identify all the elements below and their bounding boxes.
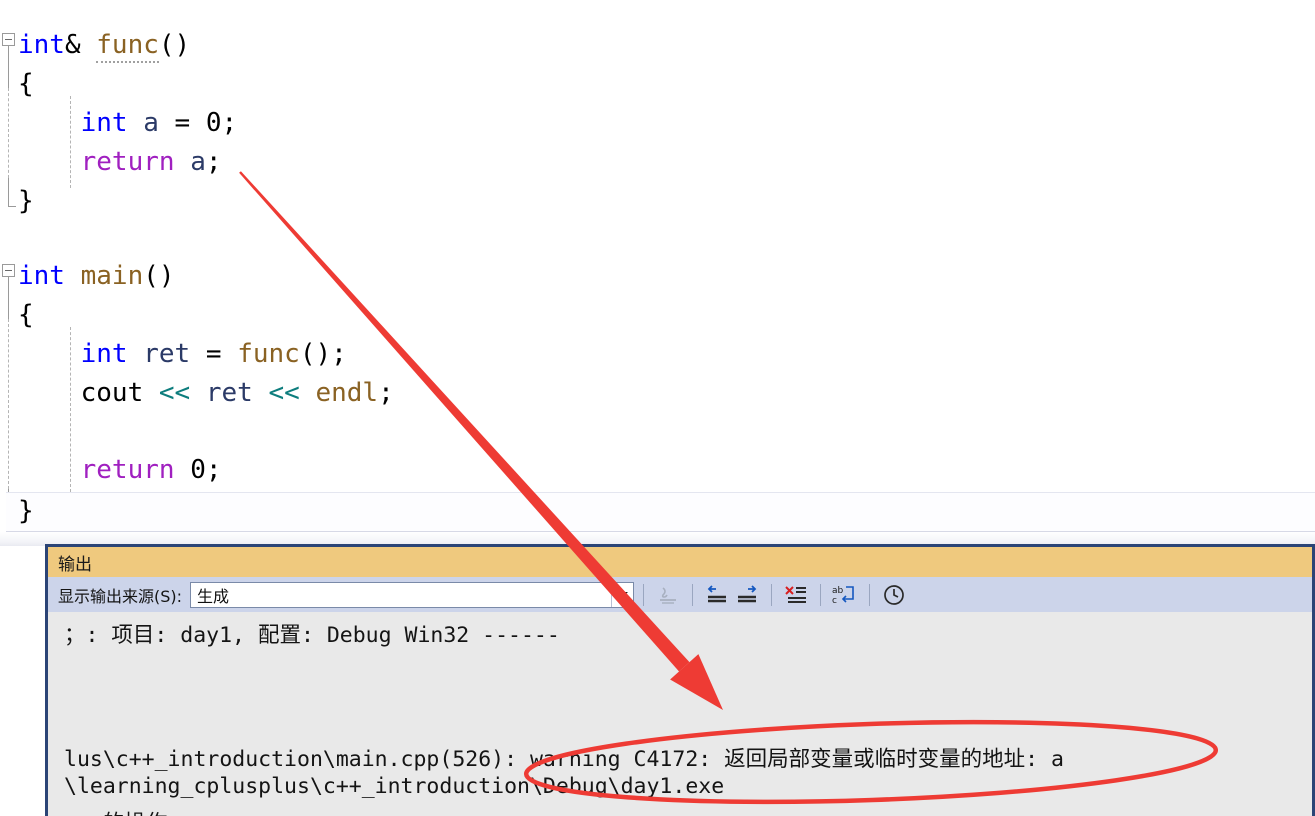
code-token: () — [143, 261, 175, 291]
code-line[interactable]: } — [0, 182, 34, 221]
code-line-text: cout << ret << endl; — [0, 374, 394, 413]
output-source-combobox[interactable]: 生成 — [190, 581, 635, 608]
code-line[interactable] — [0, 413, 18, 452]
code-line[interactable]: { — [0, 296, 34, 335]
clock-icon[interactable] — [879, 581, 909, 609]
code-line-text: int a = 0; — [0, 104, 238, 143]
show-output-from-label: 显示输出来源(S): — [58, 586, 183, 606]
code-line[interactable]: int main() — [0, 257, 175, 296]
code-line-text: { — [0, 65, 34, 104]
code-token: () — [158, 30, 191, 60]
code-token: func — [237, 339, 300, 369]
code-token: func — [96, 30, 159, 63]
code-token: = — [158, 108, 206, 138]
code-token: << — [158, 378, 191, 408]
code-line-text: int main() — [0, 257, 175, 296]
current-line-highlight — [6, 492, 1315, 532]
visual-studio-screenshot: int& func(){ int a = 0; return a;} int ma… — [0, 0, 1315, 816]
word-wrap-icon[interactable]: ab c — [830, 581, 860, 609]
code-line-text: return 0; — [0, 451, 222, 490]
go-to-previous-icon[interactable] — [702, 581, 732, 609]
code-line[interactable]: return 0; — [0, 451, 222, 490]
code-token: } — [18, 186, 34, 216]
chevron-down-icon[interactable] — [611, 582, 634, 607]
code-token: 0; — [205, 108, 238, 138]
code-token: a — [143, 108, 159, 138]
code-editor[interactable]: int& func(){ int a = 0; return a;} int ma… — [0, 0, 1315, 535]
svg-text:c: c — [832, 596, 837, 606]
code-line[interactable]: cout << ret << endl; — [0, 374, 394, 413]
code-line-text: } — [0, 492, 34, 531]
code-token: return — [80, 147, 175, 177]
output-line[interactable]: …的操作 — [64, 806, 167, 816]
output-panel-title-bar: 输出 — [48, 547, 1312, 577]
toolbar-separator — [820, 583, 822, 606]
output-line[interactable]: lus\c++_introduction\main.cpp(526): warn… — [64, 742, 1064, 773]
toolbar-separator — [771, 583, 773, 606]
code-token: ret — [205, 378, 253, 408]
find-message-icon[interactable] — [653, 581, 683, 609]
code-line[interactable]: int a = 0; — [0, 104, 238, 143]
code-token: cout — [80, 378, 144, 408]
code-line-text: { — [0, 296, 34, 335]
code-line[interactable]: return a; — [0, 143, 222, 182]
output-source-value: 生成 — [197, 586, 230, 606]
toolbar-separator — [869, 583, 871, 606]
code-token: return — [80, 455, 175, 485]
code-token: int — [18, 30, 65, 60]
code-line[interactable]: int& func() — [0, 26, 190, 65]
clear-all-icon[interactable] — [781, 581, 811, 609]
code-token: endl — [315, 378, 379, 408]
code-token: { — [18, 69, 34, 99]
code-token: a — [190, 147, 206, 177]
code-token: << — [268, 378, 300, 408]
code-line-text: int ret = func(); — [0, 335, 347, 374]
output-toolbar[interactable]: 显示输出来源(S): 生成 ab c — [48, 577, 1312, 612]
toolbar-separator — [643, 583, 645, 606]
code-token: ; — [378, 378, 394, 408]
output-line[interactable]: ；: 项目: day1, 配置: Debug Win32 ------ — [64, 618, 560, 649]
code-token: int — [80, 108, 128, 138]
code-token: ; — [205, 147, 222, 177]
code-token: { — [18, 300, 34, 330]
code-token: main — [80, 261, 144, 291]
svg-text:ab: ab — [832, 586, 844, 596]
code-line-text: } — [0, 182, 34, 221]
toolbar-separator — [692, 583, 694, 606]
code-line-text: return a; — [0, 143, 222, 182]
code-token: (); — [299, 339, 347, 369]
code-line[interactable]: int ret = func(); — [0, 335, 347, 374]
code-line[interactable] — [0, 221, 18, 260]
code-line[interactable]: } — [0, 492, 34, 531]
code-line[interactable]: { — [0, 65, 34, 104]
output-text-area[interactable]: ；: 项目: day1, 配置: Debug Win32 ------ lus\c… — [48, 612, 1312, 816]
go-to-next-icon[interactable] — [732, 581, 762, 609]
code-token: int — [18, 261, 65, 291]
output-panel: 输出 显示输出来源(S): 生成 ab c ；: 项目: day1, 配置: D… — [45, 544, 1315, 816]
code-token: ret — [143, 339, 191, 369]
code-line-text: int& func() — [0, 26, 190, 65]
code-token: 0; — [190, 455, 222, 485]
code-token: } — [18, 496, 34, 526]
code-token: int — [80, 339, 128, 369]
code-token: = — [190, 339, 238, 369]
output-panel-title: 输出 — [58, 554, 92, 575]
output-line[interactable]: \learning_cplusplus\c++_introduction\Deb… — [64, 774, 724, 799]
code-token: & — [64, 30, 97, 60]
